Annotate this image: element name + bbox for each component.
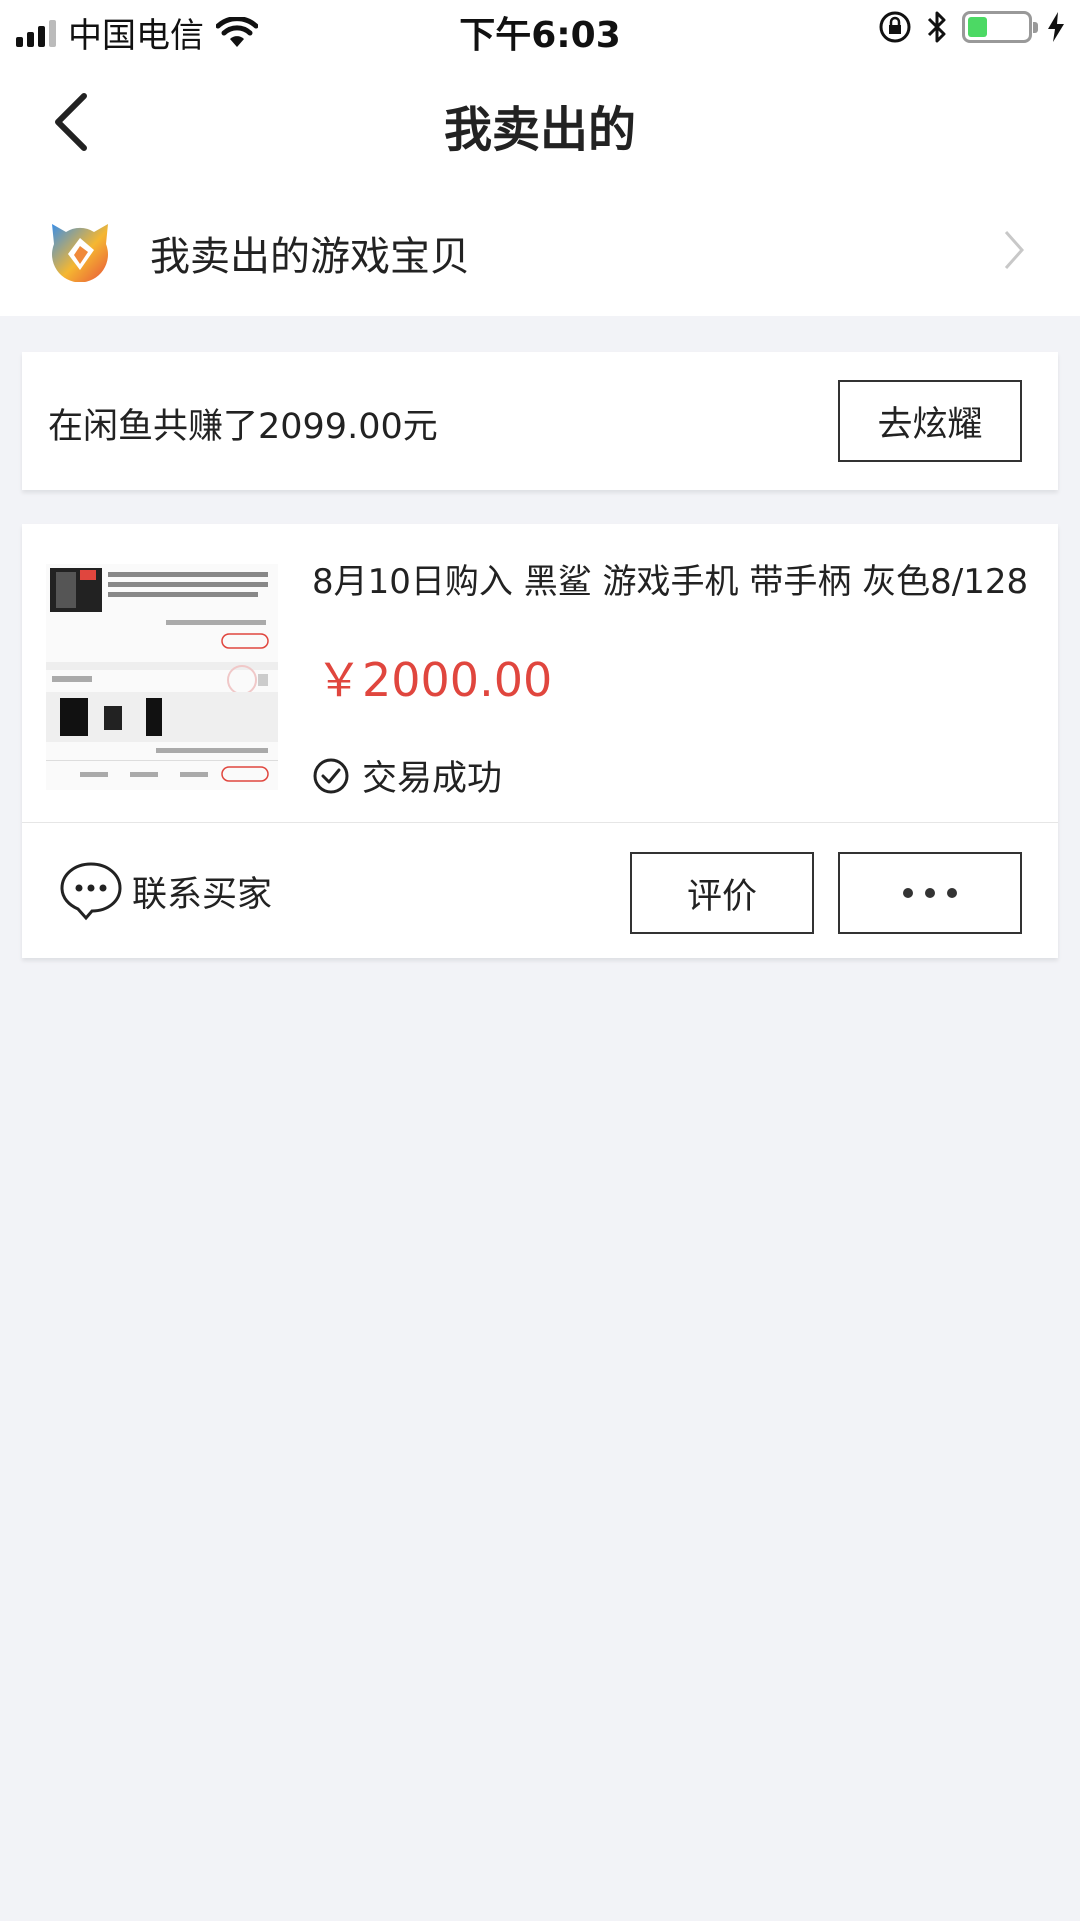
game-items-label: 我卖出的游戏宝贝 [150,234,470,280]
page-title: 我卖出的 [443,102,636,158]
more-dot-icon [903,888,913,898]
product-thumbnail[interactable] [46,564,278,790]
order-price: ￥2000.00 [316,653,553,707]
rotation-lock-icon [879,11,911,43]
chat-bubble-icon [60,862,122,921]
review-button[interactable]: 评价 [630,852,814,934]
battery-icon [962,11,1038,43]
order-card: 8月10日购入 黑鲨 游戏手机 带手柄 灰色8/128 ￥2000.00 交易成… [22,524,1058,958]
more-options-button[interactable] [838,852,1022,934]
game-logo-icon [52,224,108,282]
status-bar: 中国电信 下午6:03 [0,0,1080,60]
battery-fill [968,17,987,37]
order-status-text: 交易成功 [362,759,503,799]
more-dot-icon [925,888,935,898]
contact-buyer-button[interactable]: 联系买家 [58,860,272,922]
show-off-button[interactable]: 去炫耀 [838,380,1022,462]
earnings-card: 在闲鱼共赚了2099.00元 去炫耀 [22,352,1058,490]
contact-buyer-label: 联系买家 [132,874,273,915]
earnings-text: 在闲鱼共赚了2099.00元 [48,407,438,447]
status-right [878,10,1066,44]
thumbnail-image [46,564,278,790]
order-title[interactable]: 8月10日购入 黑鲨 游戏手机 带手柄 灰色8/128 [312,554,1028,603]
order-status: 交易成功 [312,750,502,801]
game-items-row[interactable]: 我卖出的游戏宝贝 [0,184,1080,316]
charging-icon [1048,12,1064,42]
check-circle-icon [313,758,349,793]
chevron-right-icon [1004,231,1025,269]
divider [22,822,1058,823]
bluetooth-icon [927,11,946,43]
nav-bar: 我卖出的 [0,60,1080,184]
more-dot-icon [947,888,957,898]
